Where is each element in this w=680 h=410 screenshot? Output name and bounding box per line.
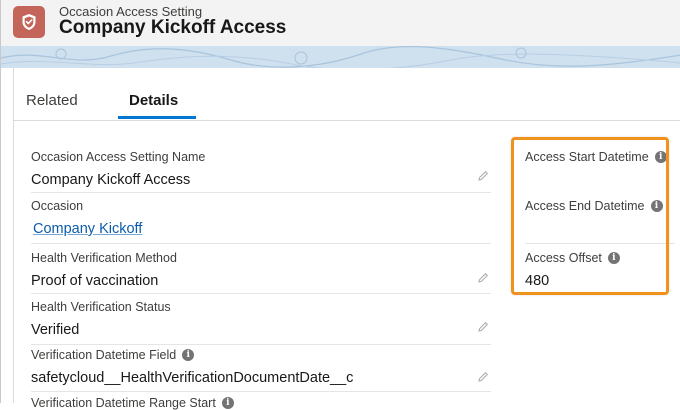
field-label: Health Verification Status (31, 300, 171, 314)
decorative-banner (1, 46, 680, 68)
field-verification-datetime-range-start: Verification Datetime Range Start i (31, 396, 491, 410)
tab-bar: Related Details (14, 68, 680, 121)
info-icon[interactable]: i (221, 397, 234, 409)
tab-details[interactable]: Details (129, 92, 178, 109)
field-health-verification-status: Health Verification Status Verified (31, 300, 491, 345)
pencil-icon[interactable] (477, 370, 489, 388)
field-value: Verified (31, 322, 80, 338)
field-label: Verification Datetime Field (31, 348, 177, 362)
shield-icon (13, 6, 45, 38)
field-verification-datetime-field: Verification Datetime Field i safetyclou… (31, 348, 491, 392)
field-value: Proof of vaccination (31, 273, 159, 289)
field-label: Occasion (31, 199, 84, 213)
field-label: Health Verification Method (31, 251, 177, 265)
record-header: Occasion Access Setting Company Kickoff … (1, 0, 680, 47)
occasion-link[interactable]: Company Kickoff (33, 221, 491, 237)
field-value: Company Kickoff Access (31, 172, 191, 188)
record-title: Company Kickoff Access (59, 17, 287, 38)
active-tab-indicator (118, 116, 196, 119)
pencil-icon[interactable] (477, 169, 489, 187)
field-label: Occasion Access Setting Name (31, 150, 206, 164)
pencil-icon[interactable] (477, 271, 489, 289)
field-health-verification-method: Health Verification Method Proof of vacc… (31, 251, 491, 294)
tab-related[interactable]: Related (26, 92, 78, 109)
field-label: Verification Datetime Range Start (31, 396, 216, 410)
field-occasion: Occasion Company Kickoff (31, 199, 491, 244)
info-icon[interactable]: i (182, 349, 195, 361)
pencil-icon[interactable] (477, 320, 489, 338)
field-value: safetycloud__HealthVerificationDocumentD… (31, 370, 354, 386)
highlight-box (511, 137, 669, 295)
field-occasion-access-setting-name: Occasion Access Setting Name Company Kic… (31, 150, 491, 193)
